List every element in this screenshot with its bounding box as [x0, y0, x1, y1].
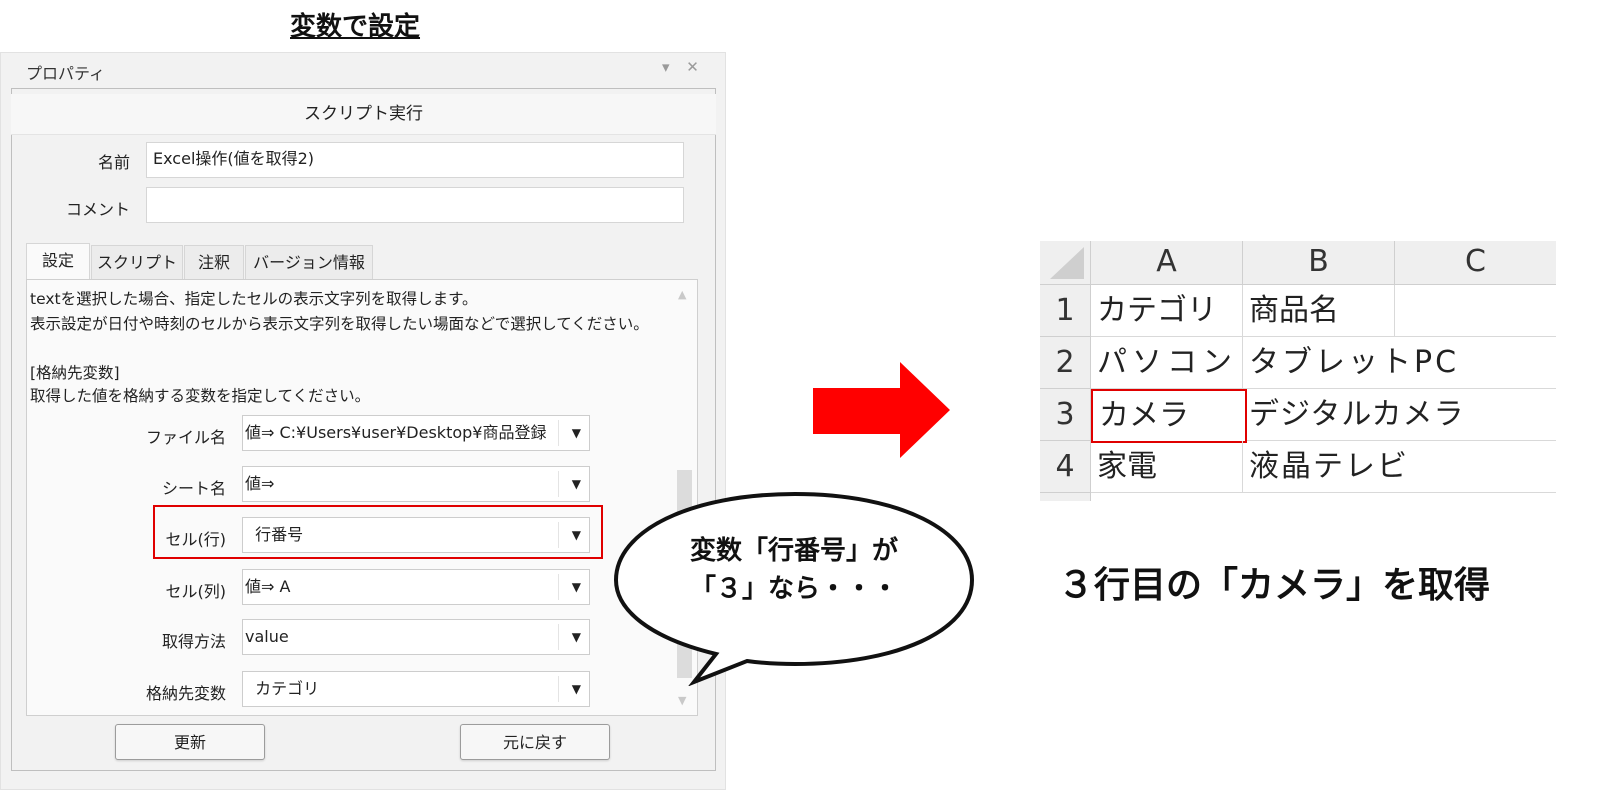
page-heading: 変数で設定 [290, 12, 421, 42]
revert-button[interactable]: 元に戻す [460, 724, 610, 760]
tab-annotation[interactable]: 注釈 [184, 245, 244, 279]
sheet-name-label: シート名 [161, 479, 226, 498]
row-header[interactable]: 1 [1040, 285, 1091, 337]
select-divider [558, 471, 559, 497]
arrow-shape [813, 362, 950, 458]
cell-a2[interactable]: パソコン [1091, 337, 1243, 389]
description-line: 表示設定が日付や時刻のセルから表示文字列を取得したい場面などで選択してください。 [30, 315, 649, 333]
select-divider [558, 574, 559, 600]
store-variable-select[interactable]: カテゴリ ▼ [242, 671, 590, 707]
select-divider [558, 624, 559, 650]
select-all-corner[interactable] [1040, 241, 1091, 285]
row-header[interactable]: 3 [1040, 389, 1091, 441]
select-divider [558, 676, 559, 702]
row-header-partial [1040, 493, 1091, 501]
dropdown-arrow-icon[interactable]: ▼ [572, 467, 581, 501]
cell-b4[interactable]: 液晶テレビ [1243, 441, 1556, 493]
callout-line-1: 変数「行番号」が [689, 536, 898, 566]
cell-column-value: 値⇒ A [245, 577, 291, 596]
update-button[interactable]: 更新 [115, 724, 265, 760]
cell-c1[interactable] [1395, 285, 1556, 337]
comment-label: コメント [65, 200, 130, 219]
callout-text: 変数「行番号」が 「３」なら・・・ [628, 532, 960, 608]
file-name-select[interactable]: 値⇒ C:¥Users¥user¥Desktop¥商品登録 ▼ [242, 415, 590, 451]
sheet-name-value: 値⇒ [245, 474, 275, 493]
scroll-down-icon[interactable]: ▼ [678, 694, 686, 707]
column-header-a[interactable]: A [1091, 241, 1243, 285]
description-line: textを選択した場合、指定したセルの表示文字列を取得します。 [30, 290, 478, 308]
panel-title: プロパティ [26, 64, 106, 83]
dropdown-arrow-icon[interactable]: ▼ [572, 672, 581, 706]
get-method-select[interactable]: value ▼ [242, 619, 590, 655]
dropdown-arrow-icon[interactable]: ▼ [572, 570, 581, 604]
dropdown-arrow-icon[interactable]: ▼ [572, 416, 581, 450]
tab-script[interactable]: スクリプト [91, 245, 183, 279]
cell-b1[interactable]: 商品名 [1243, 285, 1395, 337]
cell-a1[interactable]: カテゴリ [1091, 285, 1243, 337]
right-arrow-icon [813, 362, 950, 458]
tab-settings[interactable]: 設定 [26, 243, 90, 279]
dropdown-arrow-icon[interactable]: ▼ [572, 620, 581, 654]
description-line: 取得した値を格納する変数を指定してください。 [30, 387, 371, 405]
tab-version-info[interactable]: バージョン情報 [245, 245, 373, 279]
result-caption: ３行目の「カメラ」を取得 [1058, 565, 1491, 606]
description-line: [格納先変数] [30, 364, 120, 382]
row-header[interactable]: 4 [1040, 441, 1091, 493]
select-divider [558, 420, 559, 446]
callout-line-2: 「３」なら・・・ [689, 574, 898, 604]
file-name-label: ファイル名 [145, 428, 226, 447]
comment-input[interactable] [146, 187, 684, 223]
get-method-value: value [245, 627, 289, 646]
cell-a3-highlighted[interactable]: カメラ [1091, 389, 1247, 443]
name-input[interactable]: Excel操作(値を取得2) [146, 142, 684, 178]
cell-a4[interactable]: 家電 [1091, 441, 1243, 493]
cell-b2[interactable]: タブレットPC [1243, 337, 1556, 389]
get-method-label: 取得方法 [161, 632, 226, 651]
cell-column-select[interactable]: 値⇒ A ▼ [242, 569, 590, 605]
spreadsheet: A B C 1 カテゴリ 商品名 2 パソコン タブレットPC 3 カメラ デジ… [1040, 241, 1556, 503]
name-label: 名前 [97, 153, 130, 172]
panel-window-controls[interactable]: ▾ ✕ [662, 58, 705, 76]
section-title: スクリプト実行 [11, 94, 716, 135]
sheet-name-select[interactable]: 値⇒ ▼ [242, 466, 590, 502]
row-header[interactable]: 2 [1040, 337, 1091, 389]
file-name-value: 値⇒ C:¥Users¥user¥Desktop¥商品登録 [245, 423, 547, 442]
column-header-b[interactable]: B [1243, 241, 1395, 285]
scroll-up-icon[interactable]: ▲ [678, 288, 686, 301]
highlight-box [153, 505, 603, 559]
store-variable-label: 格納先変数 [145, 684, 226, 703]
column-header-c[interactable]: C [1395, 241, 1556, 285]
cell-b3[interactable]: デジタルカメラ [1247, 389, 1556, 441]
cell-column-label: セル(列) [165, 582, 227, 601]
corner-triangle-icon [1050, 247, 1084, 279]
store-variable-value: カテゴリ [245, 679, 320, 698]
